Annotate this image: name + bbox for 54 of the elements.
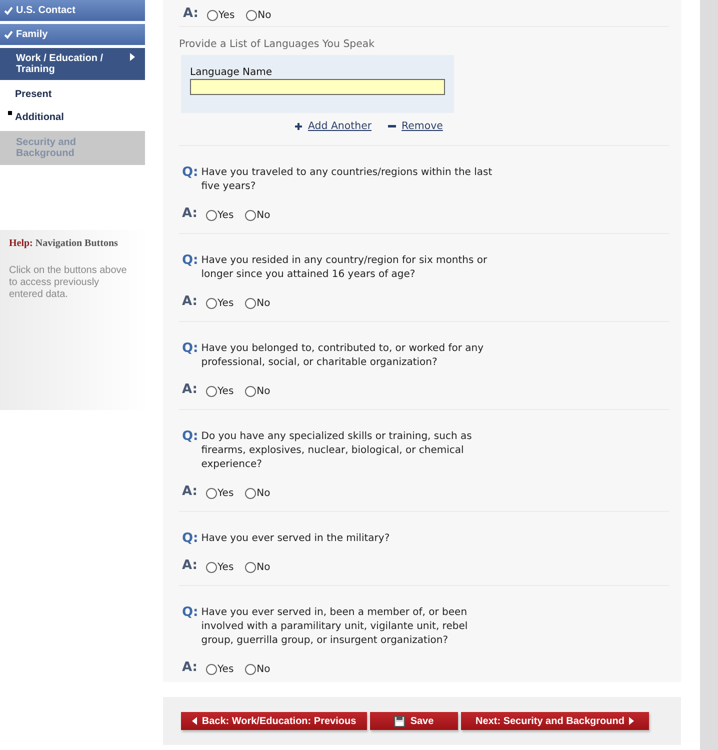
radio-option[interactable]: No <box>244 294 270 309</box>
radio-option[interactable]: No <box>244 206 270 221</box>
answer-label: A: <box>182 484 198 499</box>
radio-option[interactable]: Yes <box>206 558 234 573</box>
radio-option[interactable]: Yes <box>206 206 234 221</box>
question-text: Have you resided in any country/region for six months or longer since you attained 16 years of age? <box>201 254 488 282</box>
plus-icon <box>295 122 302 130</box>
arrow-left-icon <box>192 717 197 725</box>
answer-label: A: <box>182 382 198 397</box>
question-text: Have you ever served in, been a member of, or been involved with a paramilitary unit, vigilante unit, rebel group, guerrilla group, or insurgent organization? <box>201 606 469 648</box>
answer-label: A: <box>182 660 198 675</box>
question-label: Q: <box>182 532 198 546</box>
sidebar-item[interactable]: Work / Education / Training <box>0 48 145 80</box>
radio-option[interactable]: Yes <box>206 294 234 309</box>
answer-label: A: <box>182 558 198 573</box>
section-label: Provide a List of Languages You Speak <box>179 39 376 50</box>
input-field[interactable] <box>190 79 445 95</box>
help-text: Click on the buttons above to access previously entered data. <box>9 265 128 301</box>
question-label: Q: <box>182 166 198 182</box>
back-button[interactable]: Back: Work/Education: Previous <box>181 712 367 730</box>
save-button[interactable]: Save <box>370 712 458 730</box>
sidebar-subitem[interactable]: Present <box>0 83 68 106</box>
arrow-right-icon <box>629 717 634 725</box>
radio-option[interactable]: Yes <box>206 6 235 20</box>
radio-option[interactable]: Yes <box>206 484 234 499</box>
answer-label: A: <box>182 294 198 309</box>
radio-option[interactable]: Yes <box>206 660 234 675</box>
question-label: Q: <box>182 430 198 446</box>
question-text: Do you have any specialized skills or training, such as firearms, explosives, nuclear, biological, or chemical experience? <box>201 430 473 472</box>
radio-option[interactable]: No <box>244 382 270 397</box>
sidebar-item[interactable]: Family <box>0 24 145 45</box>
radio-option[interactable]: No <box>246 6 272 20</box>
next-button[interactable]: Next: Security and Background <box>461 712 649 730</box>
column-header: Language Name <box>190 67 274 78</box>
check-icon <box>4 6 13 15</box>
question-label: Q: <box>182 254 198 270</box>
question-text: Have you belonged to, contributed to, or worked for any professional, social, or charitable organization? <box>201 342 485 370</box>
remove-link[interactable]: Remove <box>388 119 443 133</box>
arrow-icon <box>130 53 135 61</box>
sidebar-subitem[interactable]: Additional <box>0 106 80 129</box>
answer-label: A: <box>183 6 199 20</box>
radio-option[interactable]: No <box>244 484 270 499</box>
radio-option[interactable]: No <box>244 558 270 573</box>
answer-label: A: <box>182 206 198 221</box>
question-text: Have you ever served in the military? <box>201 532 391 546</box>
add-link[interactable]: Add Another <box>295 119 372 133</box>
question-text: Have you traveled to any countries/regions within the last five years? <box>201 166 494 194</box>
radio-option[interactable]: No <box>244 660 270 675</box>
question-label: Q: <box>182 606 198 622</box>
sidebar-item[interactable]: U.S. Contact <box>0 0 145 21</box>
question-label: Q: <box>182 342 198 358</box>
help-title: Help: Navigation Buttons <box>9 238 119 249</box>
radio-option[interactable]: Yes <box>206 382 234 397</box>
check-icon <box>4 30 13 39</box>
